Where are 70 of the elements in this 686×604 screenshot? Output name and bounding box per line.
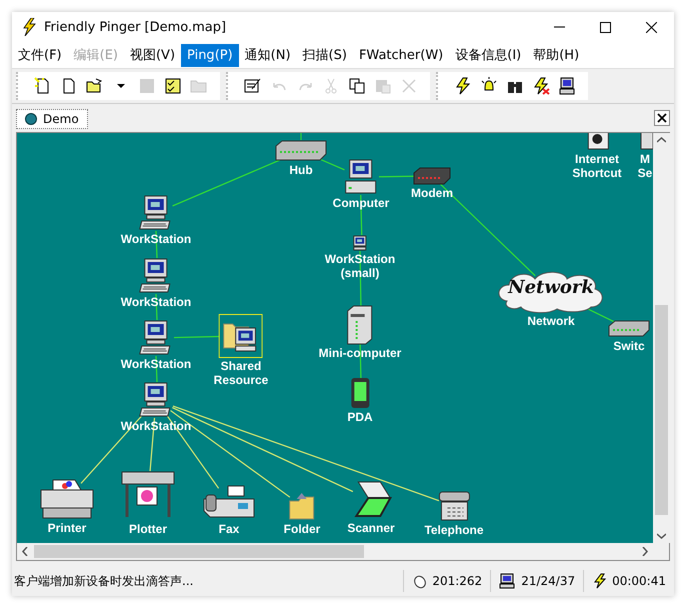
menu-item[interactable]: FWatcher(W) — [352, 44, 450, 66]
cloud-text: Network — [506, 277, 595, 298]
node-label[interactable]: WorkStation — [120, 357, 192, 371]
node-label[interactable]: Switc — [613, 339, 645, 353]
open-folder-icon — [86, 77, 104, 95]
switch-icon — [607, 320, 651, 338]
paste-icon — [374, 77, 392, 95]
menu-item[interactable]: Ping(P) — [181, 44, 239, 66]
node-label[interactable]: Telephone — [424, 523, 484, 537]
map-tab[interactable]: Demo — [16, 109, 88, 129]
square-icon — [138, 77, 156, 95]
node-label[interactable]: WorkStation (small) — [324, 252, 396, 280]
lightning-icon — [454, 77, 472, 95]
device-counts: 21/24/37 — [521, 574, 576, 588]
window-title: Friendly Pinger [Demo.map] — [44, 20, 228, 34]
node-label[interactable]: Shared Resource — [214, 359, 268, 387]
shared-icon — [219, 314, 263, 358]
vertical-scrollbar[interactable] — [653, 133, 670, 543]
node-label[interactable]: Plotter — [128, 522, 167, 536]
minicomputer-icon — [346, 305, 374, 345]
node-label[interactable]: Network — [527, 314, 575, 328]
computer-icon — [343, 159, 379, 195]
printer-icon — [39, 478, 95, 520]
node-label[interactable]: M Se — [638, 152, 652, 180]
delete-icon — [400, 77, 418, 95]
modem-icon — [412, 167, 452, 185]
redo-icon — [298, 82, 312, 90]
link-line — [300, 133, 302, 140]
copy-icon — [348, 77, 366, 95]
menu-item[interactable]: 扫描(S) — [296, 42, 353, 68]
mouse-icon — [412, 573, 426, 589]
close-icon — [657, 113, 667, 123]
status-message: 客户端增加新设备时发出滴答声... — [13, 572, 194, 590]
node-label[interactable]: Mini-computer — [318, 346, 402, 360]
node-label[interactable]: WorkStation — [120, 295, 192, 309]
node-label[interactable]: Hub — [289, 163, 313, 177]
lightning-icon — [532, 77, 550, 95]
menu-item[interactable]: 视图(V) — [124, 42, 182, 68]
close-tab-button[interactable] — [654, 110, 670, 126]
telephone-icon — [437, 490, 471, 522]
folder-icon — [287, 491, 317, 521]
hub-icon — [274, 140, 328, 162]
globe-icon — [25, 113, 37, 125]
undo-icon — [272, 82, 286, 90]
node-label[interactable]: Printer — [48, 521, 86, 535]
menu-item[interactable]: 帮助(H) — [527, 42, 586, 68]
node-label[interactable]: Scanner — [347, 521, 395, 535]
elapsed-time: 00:00:41 — [612, 574, 666, 588]
node-label[interactable]: Fax — [218, 522, 240, 536]
checklist-icon — [164, 77, 182, 95]
lightning-icon — [592, 573, 606, 589]
node-label[interactable]: PDA — [347, 410, 373, 424]
node-label[interactable]: Computer — [332, 196, 390, 210]
lightning-icon — [22, 18, 36, 36]
menu-item[interactable]: 设备信息(I) — [449, 42, 528, 68]
caret-icon — [117, 84, 125, 88]
computer-icon — [499, 573, 516, 589]
minimize-icon — [554, 26, 564, 28]
close-icon — [646, 22, 656, 32]
computer-icon — [558, 77, 576, 95]
menu-item[interactable]: 通知(N) — [238, 42, 297, 68]
maximize-icon — [600, 22, 610, 32]
node-label[interactable]: Folder — [284, 522, 320, 536]
menu-item[interactable]: 文件(F) — [12, 42, 68, 68]
edit-icon — [244, 77, 262, 95]
node-label[interactable]: Modem — [411, 186, 453, 200]
node-label[interactable]: Internet Shortcut — [572, 152, 622, 180]
pda-icon — [349, 377, 371, 409]
node-label[interactable]: WorkStation — [120, 232, 192, 246]
cursor-position: 201:262 — [432, 574, 482, 588]
